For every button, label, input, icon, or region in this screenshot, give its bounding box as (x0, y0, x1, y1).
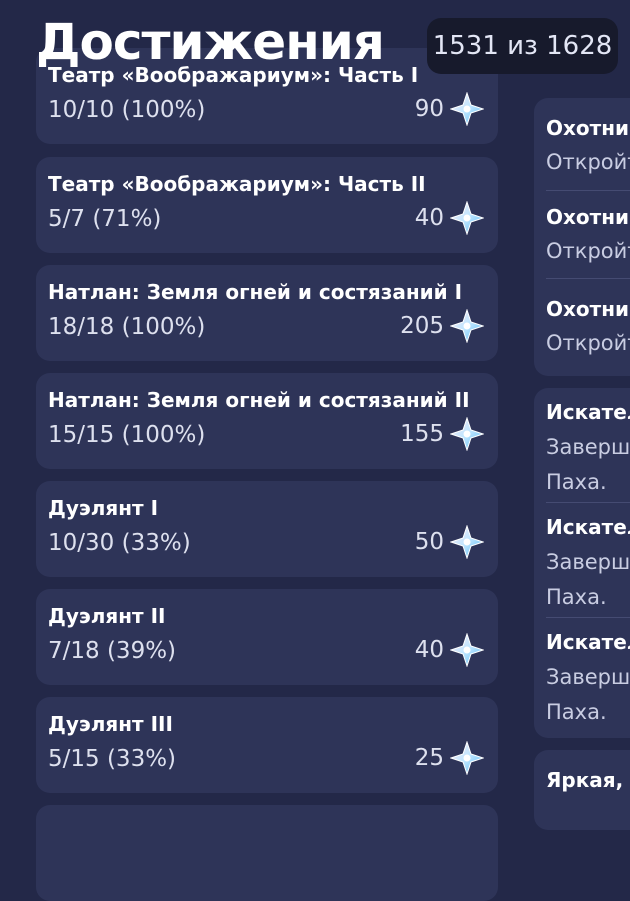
category-reward: 205 (400, 308, 484, 344)
category-progress: 15/15 (100%) (48, 422, 206, 448)
achievement-group-bright: Яркая, (534, 750, 630, 830)
achievement-desc: Откройт (546, 239, 630, 263)
achievement-item[interactable]: Охотни Откройт (534, 279, 630, 375)
achievement-desc: Паха. (546, 585, 607, 609)
category-card-duelist-2[interactable]: Дуэлянт II 7/18 (39%) 40 (36, 589, 498, 685)
category-name: Театр «Воображариум»: Часть II (48, 172, 426, 196)
achievement-title: Искател (546, 515, 630, 539)
category-progress: 10/10 (100%) (48, 97, 206, 123)
category-name: Натлан: Земля огней и состязаний I (48, 280, 463, 304)
category-card-next[interactable] (36, 805, 498, 901)
category-reward: 155 (400, 416, 484, 452)
category-name: Дуэлянт III (48, 712, 173, 736)
achievement-desc: Паха. (546, 700, 607, 724)
primogem-icon (450, 633, 484, 667)
reward-value: 25 (414, 745, 444, 771)
primogem-icon (450, 92, 484, 126)
category-progress: 10/30 (33%) (48, 530, 191, 556)
category-reward: 40 (415, 200, 484, 236)
achievement-title: Яркая, (546, 768, 624, 792)
achievement-desc: Откройт (546, 331, 630, 355)
reward-value: 40 (414, 637, 444, 663)
category-card-duelist-1[interactable]: Дуэлянт I 10/30 (33%) 50 (36, 481, 498, 577)
achievement-title: Искател (546, 400, 630, 424)
achievement-group-seeker: Искател Заверш Паха. Искател Заверш Паха… (534, 388, 630, 738)
primogem-icon (450, 309, 484, 343)
primogem-icon (450, 741, 484, 775)
reward-value: 205 (400, 313, 444, 339)
achievement-group-hunter: Охотни Откройт Охотни Откройт Охотни Отк… (534, 98, 630, 376)
category-reward: 40 (415, 632, 484, 668)
achievement-title: Охотни (546, 205, 630, 229)
page-title: Достижения (36, 13, 385, 71)
achievement-title: Охотни (546, 297, 630, 321)
achievement-item[interactable]: Яркая, (534, 750, 630, 830)
primogem-icon (450, 201, 484, 235)
reward-value: 90 (414, 96, 444, 122)
achievement-item[interactable]: Искател Заверш Паха. (534, 618, 630, 738)
reward-value: 40 (414, 205, 444, 231)
category-card-theatre-2[interactable]: Театр «Воображариум»: Часть II 5/7 (71%)… (36, 157, 498, 253)
reward-value: 155 (400, 421, 444, 447)
category-name: Натлан: Земля огней и состязаний II (48, 388, 470, 412)
primogem-icon (450, 525, 484, 559)
category-card-duelist-3[interactable]: Дуэлянт III 5/15 (33%) 25 (36, 697, 498, 793)
category-name: Дуэлянт I (48, 496, 159, 520)
achievement-count-badge: 1531 из 1628 (427, 18, 618, 74)
achievement-desc: Заверш (546, 435, 630, 459)
category-reward: 90 (415, 91, 484, 127)
category-progress: 5/7 (71%) (48, 206, 162, 232)
reward-value: 50 (414, 529, 444, 555)
achievement-desc: Заверш (546, 665, 630, 689)
achievement-title: Искател (546, 630, 630, 654)
category-progress: 7/18 (39%) (48, 638, 177, 664)
achievement-item[interactable]: Искател Заверш Паха. (534, 503, 630, 618)
category-reward: 50 (415, 524, 484, 560)
achievement-item[interactable]: Искател Заверш Паха. (534, 388, 630, 503)
achievement-desc: Откройт (546, 150, 630, 174)
achievement-item[interactable]: Охотни Откройт (534, 98, 630, 190)
achievement-title: Охотни (546, 116, 630, 140)
primogem-icon (450, 417, 484, 451)
achievement-desc: Заверш (546, 550, 630, 574)
category-progress: 18/18 (100%) (48, 314, 206, 340)
achievement-desc: Паха. (546, 470, 607, 494)
category-reward: 25 (415, 740, 484, 776)
category-card-natlan-1[interactable]: Натлан: Земля огней и состязаний I 18/18… (36, 265, 498, 361)
category-progress: 5/15 (33%) (48, 746, 177, 772)
category-name: Дуэлянт II (48, 604, 166, 628)
category-card-natlan-2[interactable]: Натлан: Земля огней и состязаний II 15/1… (36, 373, 498, 469)
achievement-item[interactable]: Охотни Откройт (534, 191, 630, 277)
